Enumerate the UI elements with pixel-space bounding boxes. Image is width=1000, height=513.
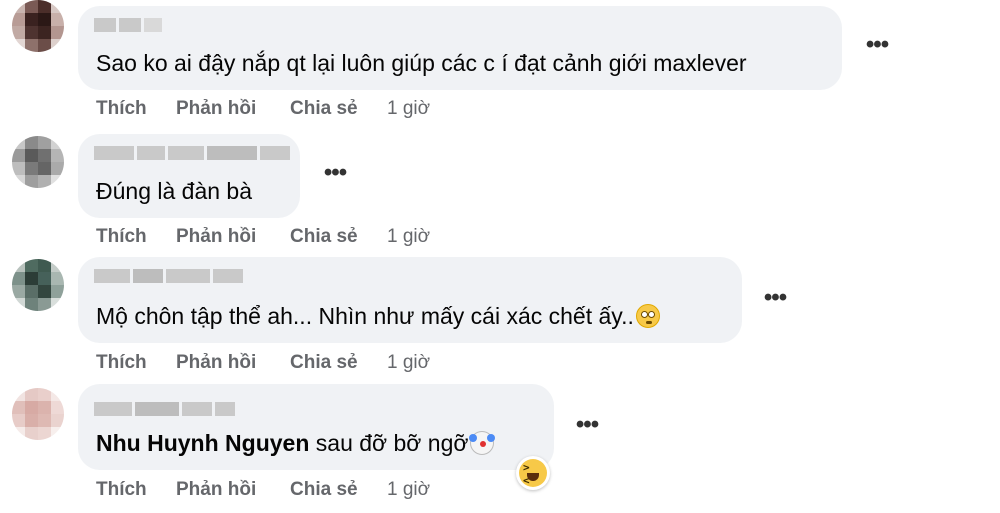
- comment-timestamp[interactable]: 1 giờ: [387, 98, 430, 120]
- reply-button[interactable]: Phản hồi: [176, 98, 256, 120]
- haha-reaction-icon[interactable]: [516, 456, 550, 490]
- comment-text: Nhu Huynh Nguyen sau đỡ bỡ ngỡ: [96, 430, 495, 457]
- like-button[interactable]: Thích: [96, 98, 147, 120]
- comment-bubble: Nhu Huynh Nguyen sau đỡ bỡ ngỡ: [78, 384, 554, 470]
- share-button[interactable]: Chia sẻ: [290, 352, 358, 374]
- more-options-icon[interactable]: •••: [320, 161, 350, 194]
- more-options-icon[interactable]: •••: [862, 33, 892, 66]
- more-options-icon[interactable]: •••: [572, 413, 602, 446]
- reply-button[interactable]: Phản hồi: [176, 226, 256, 248]
- reply-button[interactable]: Phản hồi: [176, 479, 256, 501]
- avatar[interactable]: [12, 259, 64, 311]
- mention-link[interactable]: Nhu Huynh Nguyen: [96, 430, 309, 456]
- comment-author-blurred[interactable]: [94, 18, 162, 32]
- comment-text: Mộ chôn tập thể ah... Nhìn như mấy cái x…: [96, 303, 660, 330]
- clown-face-icon: [469, 431, 495, 455]
- share-button[interactable]: Chia sẻ: [290, 98, 358, 120]
- comment-author-blurred[interactable]: [94, 402, 235, 416]
- comment-bubble: Sao ko ai đậy nắp qt lại luôn giúp các c…: [78, 6, 842, 90]
- like-button[interactable]: Thích: [96, 352, 147, 374]
- avatar[interactable]: [12, 0, 64, 52]
- like-button[interactable]: Thích: [96, 479, 147, 501]
- comment-timestamp[interactable]: 1 giờ: [387, 352, 430, 374]
- comment-text: Đúng là đàn bà: [96, 178, 253, 204]
- avatar[interactable]: [12, 136, 64, 188]
- comment-author-blurred[interactable]: [94, 146, 290, 160]
- flushed-face-icon: [635, 304, 660, 328]
- comment-text: Sao ko ai đậy nắp qt lại luôn giúp các c…: [96, 50, 747, 76]
- comment-author-blurred[interactable]: [94, 269, 243, 283]
- comment-timestamp[interactable]: 1 giờ: [387, 226, 430, 248]
- avatar[interactable]: [12, 388, 64, 440]
- share-button[interactable]: Chia sẻ: [290, 226, 358, 248]
- comment-timestamp[interactable]: 1 giờ: [387, 479, 430, 501]
- reply-button[interactable]: Phản hồi: [176, 352, 256, 374]
- comment-bubble: Đúng là đàn bà: [78, 134, 300, 218]
- comment-bubble: Mộ chôn tập thể ah... Nhìn như mấy cái x…: [78, 257, 742, 343]
- share-button[interactable]: Chia sẻ: [290, 479, 358, 501]
- like-button[interactable]: Thích: [96, 226, 147, 248]
- more-options-icon[interactable]: •••: [760, 286, 790, 319]
